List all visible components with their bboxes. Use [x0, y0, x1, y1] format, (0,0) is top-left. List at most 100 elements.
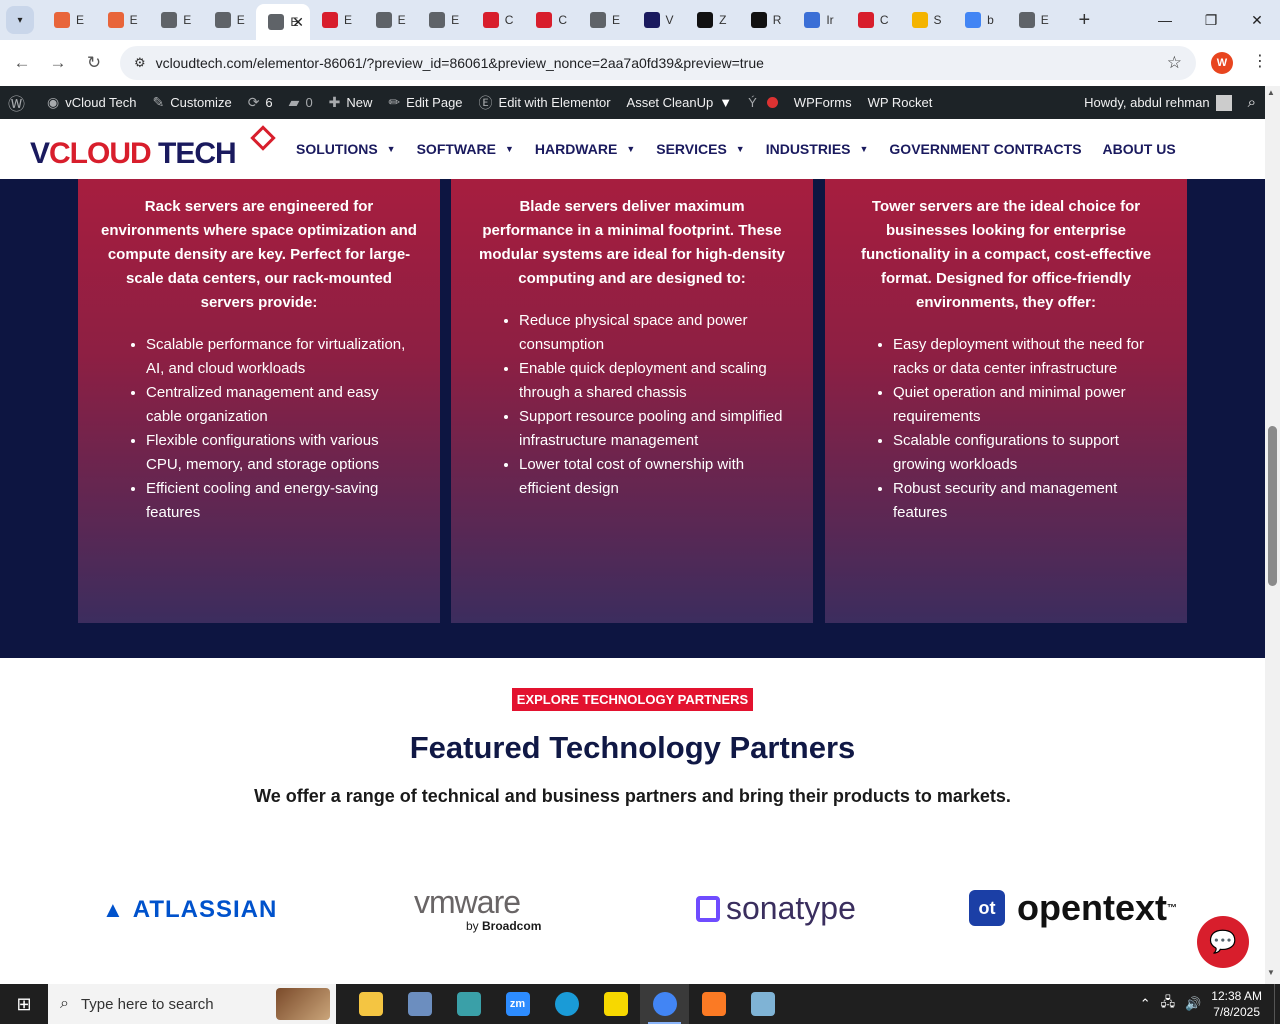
taskbar-app-sticky-notes[interactable] — [591, 984, 640, 1024]
nav-item-label: ABOUT US — [1102, 141, 1176, 157]
scroll-down-arrow[interactable]: ▼ — [1267, 968, 1275, 977]
admin-updates[interactable]: ⟳ 6 — [240, 86, 281, 119]
browser-tab[interactable]: E ✕ — [256, 4, 310, 40]
scrollbar-thumb[interactable] — [1268, 426, 1277, 586]
taskbar-app-zoom[interactable]: zm — [493, 984, 542, 1024]
taskbar-search[interactable]: ⌕ Type here to search — [48, 984, 336, 1024]
taskbar-app-xampp[interactable] — [689, 984, 738, 1024]
tab-title: C — [504, 13, 514, 27]
tab-title: E — [397, 13, 406, 27]
taskbar-app-app-3[interactable] — [444, 984, 493, 1024]
show-desktop-button[interactable] — [1274, 984, 1280, 1024]
browser-tab[interactable]: R — [739, 4, 793, 36]
taskbar-app-app-2[interactable] — [395, 984, 444, 1024]
tab-favicon-icon — [54, 12, 70, 28]
reload-button[interactable]: ↻ — [76, 53, 112, 73]
browser-tab-bar: ▾ E E E E E ✕ E E E C C E V Z R Ir C Sb E + — ❐ ✕ — [0, 0, 1280, 40]
maximize-button[interactable]: ❐ — [1188, 0, 1234, 40]
browser-tab[interactable]: E — [203, 4, 257, 36]
taskbar-app-app-9[interactable] — [738, 984, 787, 1024]
tab-favicon-icon — [643, 12, 660, 28]
url-text[interactable]: vcloudtech.com/elementor-86061/?preview_… — [156, 55, 764, 71]
chat-button[interactable]: 💬 — [1197, 916, 1249, 968]
logo-wordmark: VCLOUD TECH — [30, 137, 237, 170]
browser-tab[interactable]: S — [900, 4, 954, 36]
opentext-logo[interactable]: ot opentext ™ — [969, 887, 1177, 929]
browser-tab[interactable]: Z — [685, 4, 739, 36]
dashboard-icon: ◉ — [47, 94, 60, 110]
browser-tab[interactable]: C — [471, 4, 525, 36]
admin-account[interactable]: Howdy, abdul rehman — [1076, 86, 1240, 119]
admin-asset-cleanup[interactable]: Asset CleanUp ▼ — [619, 86, 741, 119]
admin-edit-elementor[interactable]: Ⓔ Edit with Elementor — [471, 86, 619, 119]
new-label: New — [346, 95, 373, 110]
sonatype-logo[interactable]: sonatype — [696, 890, 856, 927]
tab-favicon-icon — [857, 12, 874, 28]
minimize-button[interactable]: — — [1142, 0, 1188, 40]
browser-tab[interactable]: b — [953, 4, 1007, 36]
filter-icon: ▼ — [719, 95, 733, 110]
browser-tab[interactable]: E — [96, 4, 150, 36]
network-icon[interactable]: 🖧 — [1161, 993, 1176, 1015]
admin-wprocket[interactable]: WP Rocket — [860, 86, 941, 119]
atlassian-logo[interactable]: ▲ ATLASSIAN — [102, 896, 277, 924]
browser-tab[interactable]: E — [578, 4, 632, 36]
browser-tab[interactable]: C — [524, 4, 578, 36]
nav-item-government-contracts[interactable]: GOVERNMENT CONTRACTS — [889, 141, 1081, 157]
volume-icon[interactable]: 🔊 — [1185, 996, 1201, 1012]
admin-edit-page[interactable]: ✏ Edit Page — [380, 86, 470, 119]
close-tab-icon[interactable]: ✕ — [292, 14, 304, 31]
profile-avatar[interactable]: W — [1211, 52, 1233, 74]
taskbar-app-chrome[interactable] — [640, 984, 689, 1024]
tab-favicon-icon — [482, 12, 499, 28]
nav-item-software[interactable]: SOFTWARE ▼ — [417, 141, 514, 157]
new-tab-button[interactable]: + — [1070, 9, 1098, 32]
nav-item-industries[interactable]: INDUSTRIES ▼ — [766, 141, 869, 157]
admin-yoast[interactable]: Ý — [740, 86, 786, 119]
chevron-up-icon[interactable]: ⌃ — [1140, 996, 1151, 1012]
tab-favicon-icon — [911, 12, 928, 28]
list-item: Enable quick deployment and scaling thro… — [519, 357, 791, 405]
tab-search-button[interactable]: ▾ — [6, 6, 34, 34]
admin-comments[interactable]: ▰ 0 — [281, 86, 321, 119]
vmware-logo[interactable]: vmware by Broadcom — [414, 884, 541, 933]
clock-time: 12:38 AM — [1211, 989, 1262, 1003]
forward-button[interactable]: → — [40, 53, 76, 73]
browser-tab[interactable]: Ir — [792, 4, 846, 36]
taskbar-clock[interactable]: 12:38 AM 7/8/2025 — [1211, 988, 1262, 1020]
admin-customize[interactable]: ✎ Customize — [145, 86, 240, 119]
site-logo[interactable]: VCLOUD TECH — [30, 125, 276, 171]
list-item: Efficient cooling and energy-saving feat… — [146, 477, 418, 525]
browser-tab[interactable]: V — [632, 4, 686, 36]
address-bar[interactable]: ⚙ vcloudtech.com/elementor-86061/?previe… — [120, 46, 1196, 80]
nav-item-about-us[interactable]: ABOUT US — [1103, 141, 1176, 157]
scroll-up-arrow[interactable]: ▲ — [1267, 88, 1275, 97]
close-window-button[interactable]: ✕ — [1234, 0, 1280, 40]
browser-tab[interactable]: E — [364, 4, 418, 36]
taskbar-app-edge[interactable] — [542, 984, 591, 1024]
list-item: Lower total cost of ownership with effic… — [519, 453, 791, 501]
browser-tab[interactable]: C — [846, 4, 900, 36]
nav-item-hardware[interactable]: HARDWARE ▼ — [535, 141, 635, 157]
browser-tab[interactable]: E — [1007, 4, 1061, 36]
tab-title: R — [772, 13, 782, 27]
admin-wpforms[interactable]: WPForms — [786, 86, 860, 119]
plus-icon: + — [1078, 8, 1091, 31]
admin-site-name[interactable]: ◉ vCloud Tech — [39, 86, 145, 119]
tab-title: E — [76, 13, 85, 27]
wp-logo-button[interactable]: Ⓦ — [0, 86, 39, 119]
browser-tab[interactable]: E — [149, 4, 203, 36]
taskbar-app-file-explorer[interactable] — [346, 984, 395, 1024]
admin-new[interactable]: ✚ New — [321, 86, 381, 119]
nav-item-services[interactable]: SERVICES ▼ — [656, 141, 744, 157]
bookmark-star-icon[interactable]: ☆ — [1167, 53, 1182, 73]
nav-item-solutions[interactable]: SOLUTIONS ▼ — [296, 141, 396, 157]
browser-menu-icon[interactable]: ⋮ — [1252, 51, 1268, 71]
start-button[interactable]: ⊞ — [0, 984, 48, 1024]
site-settings-icon[interactable]: ⚙ — [134, 55, 146, 71]
browser-tab[interactable]: E — [42, 4, 96, 36]
back-button[interactable]: ← — [4, 53, 40, 73]
tab-title: E — [451, 13, 460, 27]
browser-tab[interactable]: E — [310, 4, 364, 36]
browser-tab[interactable]: E — [417, 4, 471, 36]
